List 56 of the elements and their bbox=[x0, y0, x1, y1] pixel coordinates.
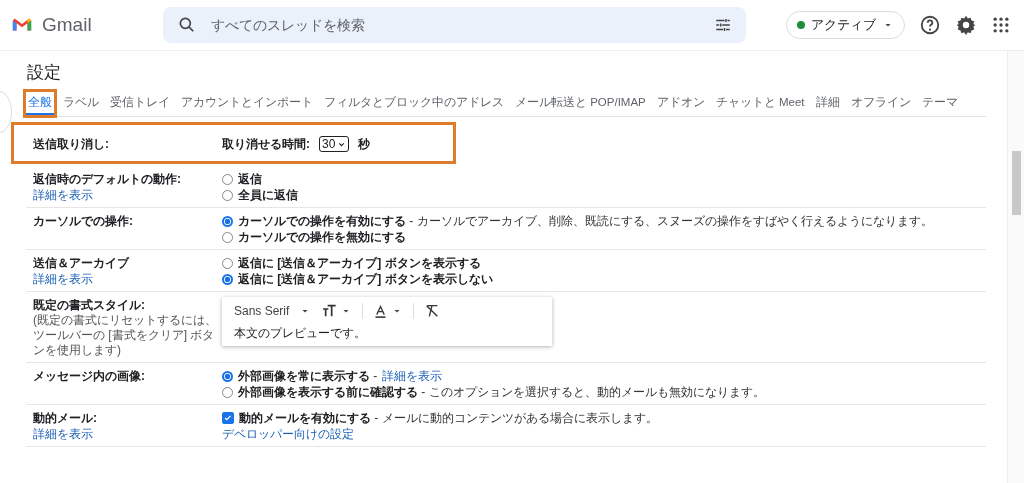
delay-select[interactable]: 30 bbox=[319, 136, 350, 152]
setting-label: 動的メール: bbox=[33, 410, 98, 426]
help-icon[interactable] bbox=[919, 14, 941, 36]
search-icon bbox=[177, 15, 197, 35]
option-text: 返信に [送信＆アーカイブ] ボタンを表示しない bbox=[238, 271, 493, 287]
settings-tab[interactable]: テーマ bbox=[919, 92, 960, 115]
radio-button[interactable] bbox=[222, 370, 233, 382]
settings-tab[interactable]: オフライン bbox=[848, 92, 913, 115]
setting-label: 既定の書式スタイル: bbox=[33, 297, 146, 313]
search-field[interactable]: すべてのスレッドを検索 bbox=[163, 7, 746, 43]
settings-tab[interactable]: 全般 bbox=[26, 92, 54, 115]
setting-label: メッセージ内の画像: bbox=[33, 368, 146, 384]
settings-tab[interactable]: 受信トレイ bbox=[108, 92, 172, 115]
search-input[interactable]: すべてのスレッドを検索 bbox=[209, 16, 702, 34]
developer-settings-link[interactable]: デベロッパー向けの設定 bbox=[222, 426, 986, 442]
status-button[interactable]: アクティブ bbox=[786, 11, 905, 39]
learn-more-link[interactable]: 詳細を表示 bbox=[33, 271, 222, 287]
settings-icon[interactable] bbox=[955, 14, 977, 36]
learn-more-link[interactable]: 詳細を表示 bbox=[33, 187, 222, 203]
app-name: Gmail bbox=[42, 14, 92, 36]
option-text: 全員に返信 bbox=[238, 187, 298, 203]
check-icon bbox=[223, 413, 233, 423]
text-color-icon bbox=[373, 303, 389, 319]
setting-label: 送信取り消し: bbox=[33, 136, 110, 152]
page-title: 設定 bbox=[27, 62, 62, 84]
option-text: カーソルでの操作を有効にする - カーソルでアーカイブ、削除、既読にする、スヌーズの操作をすばやく行えるようになります。 bbox=[238, 213, 933, 229]
setting-label: 送信＆アーカイブ bbox=[33, 255, 131, 271]
settings-tab[interactable]: メール転送と POP/IMAP bbox=[513, 92, 648, 115]
apps-grid-icon[interactable] bbox=[991, 15, 1011, 35]
unit-label: 秒 bbox=[358, 136, 371, 152]
option-text: 返信に [送信＆アーカイブ] ボタンを表示する bbox=[238, 255, 481, 271]
settings-tab[interactable]: 詳細 bbox=[813, 92, 842, 115]
option-text: 返信 bbox=[238, 171, 262, 187]
field-label: 取り消せる時間: bbox=[222, 136, 310, 152]
learn-more-link[interactable]: 詳細を表示 bbox=[382, 368, 443, 384]
option-text: 外部画像を常に表示する - bbox=[238, 368, 378, 384]
settings-tab[interactable]: アカウントとインポート bbox=[179, 92, 315, 115]
scrollbar[interactable] bbox=[1007, 51, 1024, 483]
preview-text: 本文のプレビューです。 bbox=[234, 325, 367, 341]
settings-tab[interactable]: アドオン bbox=[654, 92, 707, 115]
setting-label: 返信時のデフォルトの動作: bbox=[33, 171, 182, 187]
settings-tab[interactable]: チャットと Meet bbox=[713, 92, 807, 115]
settings-tab[interactable]: フィルタとブロック中のアドレス bbox=[322, 92, 506, 115]
option-text: カーソルでの操作を無効にする bbox=[238, 229, 406, 245]
radio-button[interactable] bbox=[222, 215, 233, 227]
text-size-icon bbox=[321, 303, 338, 319]
radio-button[interactable] bbox=[222, 273, 233, 285]
option-text: 外部画像を表示する前に確認する - このオプションを選択すると、動的メールも無効になります。 bbox=[238, 384, 765, 400]
font-family-select[interactable]: Sans Serif bbox=[234, 303, 312, 319]
checkbox[interactable] bbox=[222, 412, 234, 424]
settings-tab[interactable]: ラベル bbox=[61, 92, 101, 115]
filter-sliders-icon bbox=[714, 16, 732, 34]
setting-note: (既定の書式にリセットするには、ツールバーの [書式をクリア] ボタンを使用します) bbox=[33, 313, 218, 358]
option-text: 動的メールを有効にする - メールに動的コンテンツがある場合に表示します。 bbox=[239, 410, 658, 426]
setting-label: カーソルでの操作: bbox=[33, 213, 134, 229]
learn-more-link[interactable]: 詳細を表示 bbox=[33, 426, 222, 442]
